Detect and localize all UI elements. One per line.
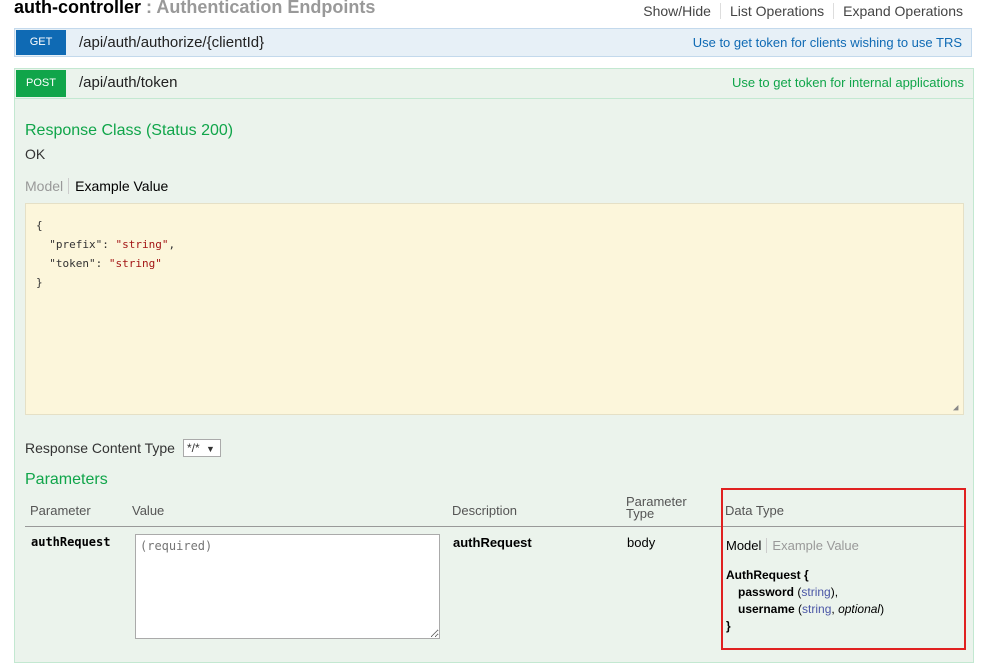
header-description: Description [452,503,518,518]
response-model-tabs: Model Example Value [25,178,168,194]
example-value-box[interactable]: { "prefix": "string", "token": "string" … [25,203,964,415]
post-operation-summary[interactable]: Use to get token for internal applicatio… [732,75,964,90]
get-operation-path[interactable]: /api/auth/authorize/{clientId} [79,34,264,51]
controller-description: Authentication Endpoints [156,0,376,17]
header-data-type: Data Type [725,503,785,518]
post-operation-header[interactable]: POST /api/auth/token Use to get token fo… [15,69,973,99]
json-close-brace: } [36,276,43,289]
tab-model[interactable]: Model [25,178,70,194]
model-field-username-type: string [802,602,832,616]
json-token-value: "string" [108,257,162,270]
model-field-password-type: string [801,585,831,599]
list-operations-link[interactable]: List Operations [721,3,835,19]
parameters-heading: Parameters [25,471,108,488]
model-open: AuthRequest { [726,568,809,582]
json-token-key: "token" [49,257,96,270]
post-operation-path[interactable]: /api/auth/token [79,74,177,91]
resize-grip-icon[interactable]: ◢ [953,404,961,413]
post-method-badge[interactable]: POST [16,70,66,97]
controller-title[interactable]: auth-controller : Authentication Endpoin… [14,0,375,18]
response-class-value: OK [25,146,46,162]
model-field-username: username [738,602,795,616]
header-divider [25,526,964,527]
data-type-tab-example-value[interactable]: Example Value [767,538,858,553]
auth-request-value-input[interactable] [135,534,440,639]
header-parameter: Parameter [30,503,91,518]
data-type-tabs: Model Example Value [726,538,859,553]
param-type: body [627,535,656,550]
header-value: Value [132,503,165,518]
json-open-brace: { [36,219,43,232]
controller-name[interactable]: auth-controller [14,0,141,17]
header-parameter-type-line2: Type [626,506,655,521]
tab-example-value[interactable]: Example Value [69,178,168,194]
model-field-password: password [738,585,795,599]
get-method-badge[interactable]: GET [16,30,66,55]
response-content-type-select[interactable]: */* ▼ [183,439,221,457]
get-operation-header[interactable]: GET /api/auth/authorize/{clientId} Use t… [14,28,972,57]
response-class-heading: Response Class (Status 200) [25,122,234,139]
get-operation-summary[interactable]: Use to get token for clients wishing to … [693,35,962,50]
dropdown-arrow-icon: ▼ [206,444,215,454]
model-close: } [726,619,731,633]
json-prefix-value: "string" [115,238,169,251]
model-field-username-optional: optional [838,602,881,616]
response-content-type-value: */* [187,441,200,455]
auth-request-model: AuthRequest { password (string), usernam… [726,568,885,633]
json-prefix-key: "prefix" [49,238,103,251]
param-description: authRequest [453,535,532,550]
post-operation: POST /api/auth/token Use to get token fo… [14,68,974,663]
response-content-type-label: Response Content Type [25,440,175,456]
data-type-tab-model[interactable]: Model [726,538,768,553]
operations-links: Show/Hide List Operations Expand Operati… [634,3,963,19]
show-hide-link[interactable]: Show/Hide [634,3,721,19]
controller-separator: : [141,0,157,17]
expand-operations-link[interactable]: Expand Operations [834,3,963,19]
param-name: authRequest [31,535,111,549]
header-parameter-type: Parameter Type [626,495,687,521]
example-json: { "prefix": "string", "token": "string" … [36,219,176,289]
